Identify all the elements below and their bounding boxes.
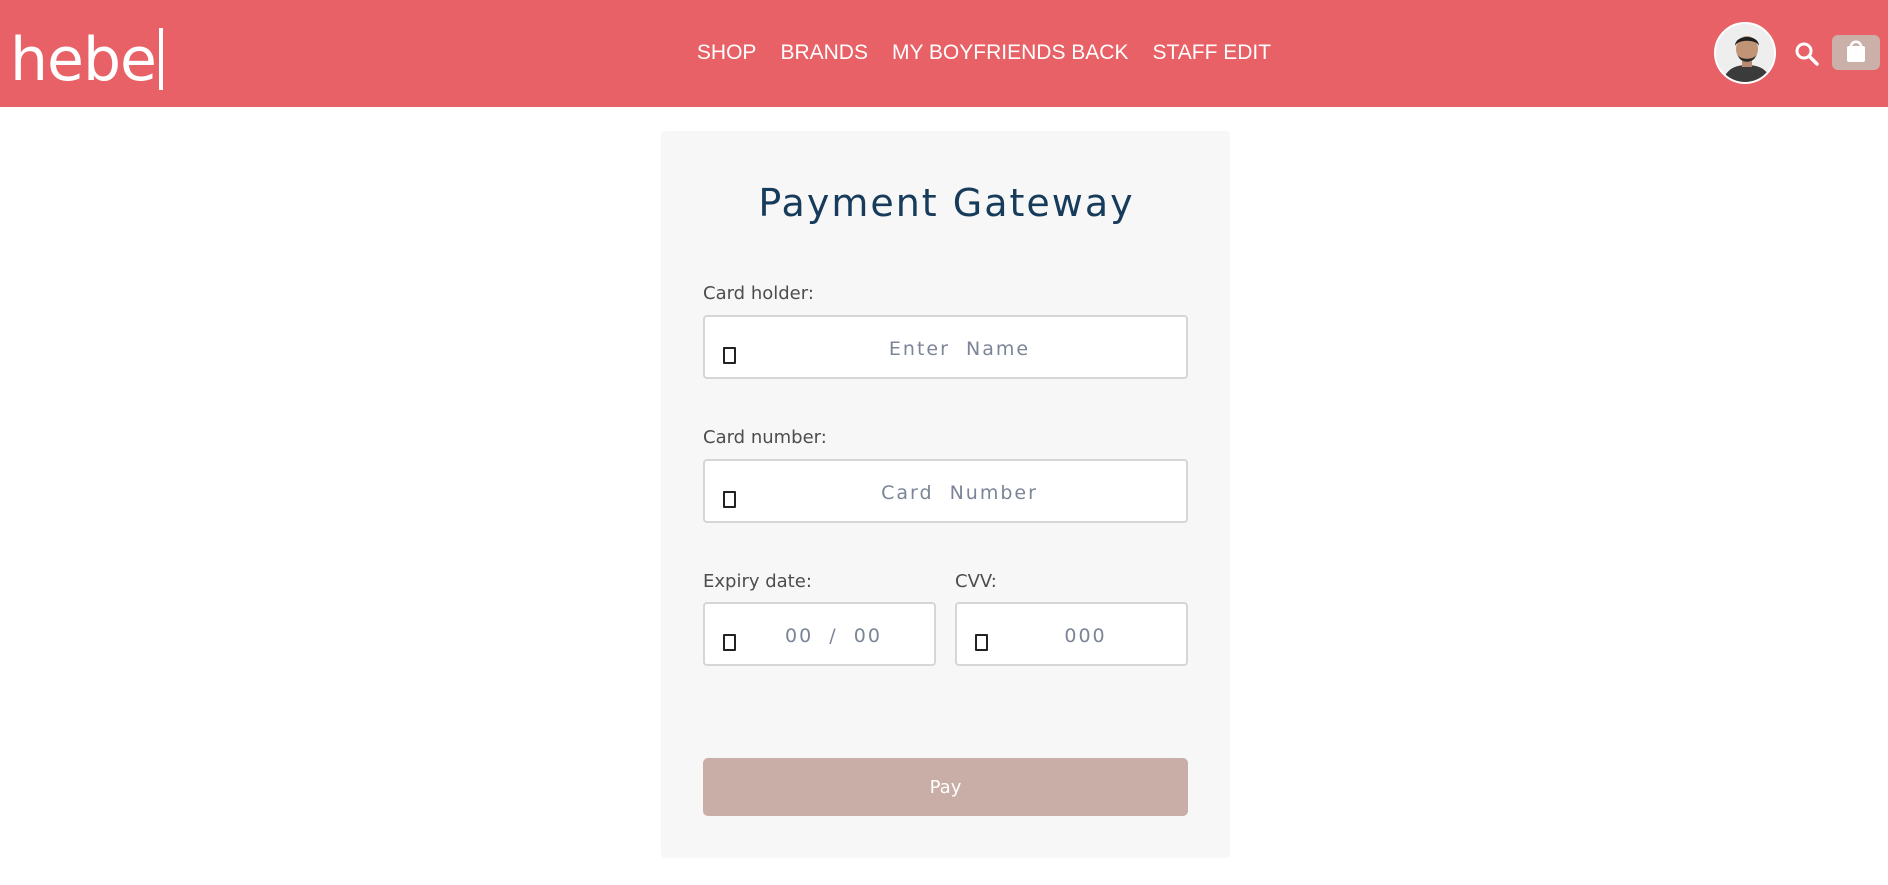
card-holder-field[interactable]	[703, 315, 1188, 379]
card-number-input[interactable]	[705, 461, 1186, 521]
card-number-field[interactable]	[703, 459, 1188, 523]
user-avatar-icon	[1716, 24, 1774, 82]
search-button[interactable]	[1793, 40, 1821, 68]
nav-link-my-boyfriends-back[interactable]: MY BOYFRIENDS BACK	[892, 38, 1129, 68]
cvv-field[interactable]	[955, 602, 1188, 666]
cvv-label: CVV:	[955, 571, 997, 592]
nav-link-shop[interactable]: SHOP	[697, 38, 757, 68]
expiry-date-input[interactable]	[705, 604, 934, 664]
nav-link-brands[interactable]: BRANDS	[780, 38, 868, 68]
card-holder-input[interactable]	[705, 317, 1186, 377]
payment-title: Payment Gateway	[758, 181, 1135, 225]
cvv-input[interactable]	[957, 604, 1186, 664]
top-navigation-bar: hebe SHOP BRANDS MY BOYFRIENDS BACK STAF…	[0, 0, 1888, 107]
search-icon	[1795, 42, 1819, 66]
main-nav: SHOP BRANDS MY BOYFRIENDS BACK STAFF EDI…	[0, 38, 1888, 68]
shopping-bag-icon	[1847, 40, 1865, 62]
nav-link-staff-edit[interactable]: STAFF EDIT	[1152, 38, 1271, 68]
pay-button[interactable]: Pay	[703, 758, 1188, 816]
card-holder-label: Card holder:	[703, 283, 814, 304]
user-avatar[interactable]	[1714, 22, 1776, 84]
expiry-date-label: Expiry date:	[703, 571, 812, 592]
cart-button[interactable]	[1832, 35, 1880, 70]
card-number-label: Card number:	[703, 427, 827, 448]
expiry-date-field[interactable]	[703, 602, 936, 666]
